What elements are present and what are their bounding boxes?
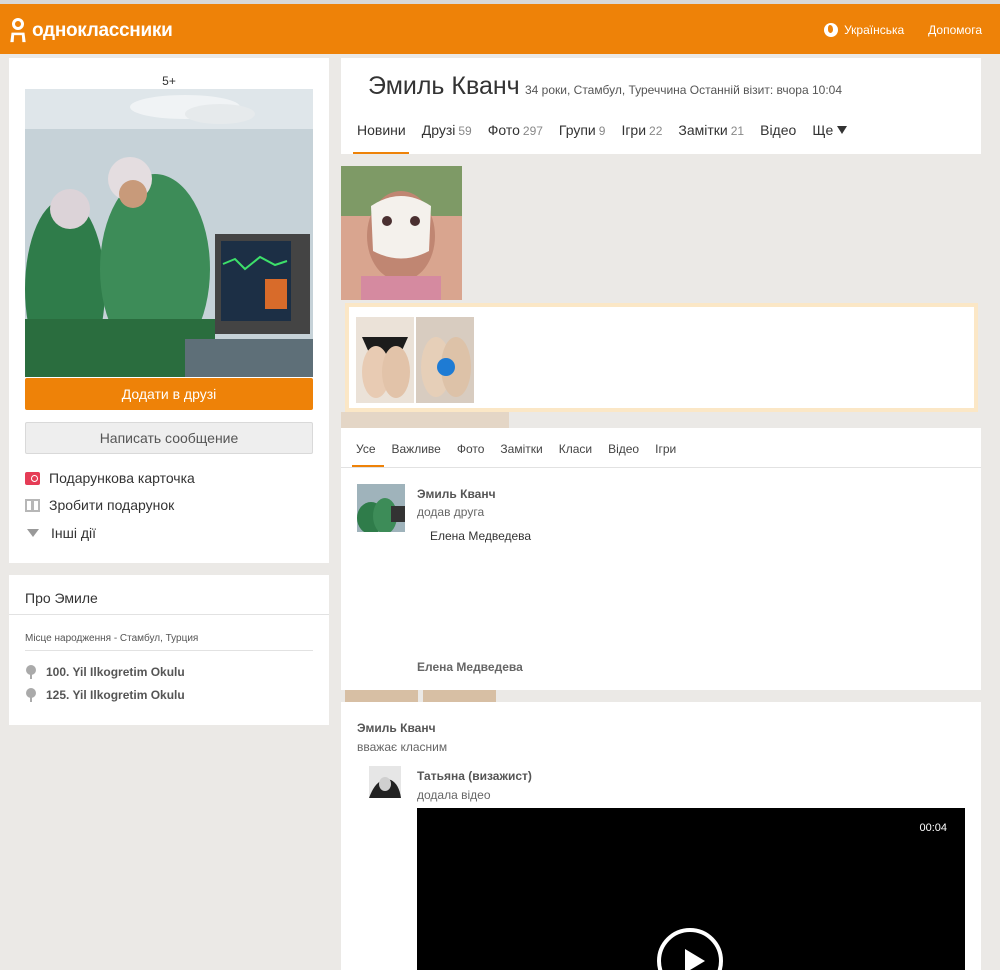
- photo-strip: [341, 412, 509, 428]
- make-gift-action[interactable]: Зробити подарунок: [25, 497, 174, 513]
- logo[interactable]: одноклассники: [10, 18, 173, 44]
- tab-video[interactable]: Відео: [760, 122, 796, 138]
- school-icon: [25, 665, 37, 679]
- other-actions[interactable]: Інші дії: [25, 525, 96, 541]
- school-item[interactable]: 100. Yil Ilkogretim Okulu: [25, 665, 185, 679]
- top-right-links: Українська Допомога: [824, 23, 982, 37]
- friend-name[interactable]: Елена Медведева: [417, 660, 523, 674]
- globe-icon: [824, 23, 839, 37]
- triangle-down-icon: [27, 529, 39, 537]
- play-icon[interactable]: [657, 928, 723, 970]
- tab-friends[interactable]: Друзі 59: [422, 122, 472, 138]
- shared-author[interactable]: Татьяна (визажист): [417, 769, 532, 783]
- promo-image[interactable]: [356, 317, 414, 403]
- avatar[interactable]: [25, 89, 313, 377]
- friend-link[interactable]: Елена Медведева: [430, 529, 531, 543]
- post-action: вважає класним: [357, 740, 448, 754]
- divider: [9, 614, 329, 615]
- feed-tab-photos[interactable]: Фото: [457, 442, 485, 456]
- active-tab-indicator: [353, 152, 409, 154]
- promo-image[interactable]: [416, 317, 474, 403]
- tab-groups[interactable]: Групи 9: [559, 122, 606, 138]
- top-bar: одноклассники Українська Допомога: [0, 0, 1000, 54]
- triangle-down-icon: [837, 126, 848, 134]
- profile-header: Эмиль Кванч 34 роки, Стамбул, Туреччина …: [341, 58, 981, 154]
- feed-tab-notes[interactable]: Замітки: [500, 442, 542, 456]
- school-icon: [25, 688, 37, 702]
- promo-block[interactable]: [345, 303, 978, 412]
- tab-games[interactable]: Ігри 22: [621, 122, 662, 138]
- logo-text: одноклассники: [32, 20, 173, 41]
- about-title[interactable]: Про Эмиле: [25, 590, 98, 606]
- feed-tab-likes[interactable]: Класи: [559, 442, 592, 456]
- profile-sidebar: 5+ Додати в друзі Написать сообщение Под…: [9, 58, 329, 563]
- post-author[interactable]: Эмиль Кванч: [417, 487, 496, 501]
- video-player[interactable]: 00:04: [417, 808, 965, 970]
- ok-logo-icon: [10, 18, 26, 44]
- feed-tab-video[interactable]: Відео: [608, 442, 639, 456]
- gift-card-label: Подарункова карточка: [49, 470, 195, 486]
- photo-count[interactable]: 5+: [9, 74, 329, 88]
- author-avatar[interactable]: [357, 484, 405, 532]
- tab-notes[interactable]: Замітки 21: [678, 122, 744, 138]
- divider: [25, 650, 313, 651]
- feed-tabs: Усе Важливе Фото Замітки Класи Відео Ігр…: [356, 442, 692, 456]
- school-name: 125. Yil Ilkogretim Okulu: [46, 688, 185, 702]
- about-card: Про Эмиле Місце народження - Стамбул, Ту…: [9, 575, 329, 725]
- add-friend-button[interactable]: Додати в друзі: [25, 378, 313, 410]
- school-item[interactable]: 125. Yil Ilkogretim Okulu: [25, 688, 185, 702]
- post-author[interactable]: Эмиль Кванч: [357, 721, 436, 735]
- feed-tab-games[interactable]: Ігри: [655, 442, 676, 456]
- profile-name: Эмиль Кванч: [368, 72, 520, 100]
- feed-tab-important[interactable]: Важливе: [392, 442, 441, 456]
- post-action: додав друга: [417, 505, 485, 519]
- language-link[interactable]: Українська: [844, 23, 904, 37]
- gift-icon: [25, 498, 40, 512]
- feed-tab-all[interactable]: Усе: [356, 442, 376, 456]
- birthplace: Місце народження - Стамбул, Турция: [25, 633, 199, 644]
- school-name: 100. Yil Ilkogretim Okulu: [46, 665, 185, 679]
- feed-card: Усе Важливе Фото Замітки Класи Відео Ігр…: [341, 428, 981, 690]
- tab-news[interactable]: Новини: [357, 122, 406, 138]
- photo-thumbnail[interactable]: [341, 166, 462, 300]
- gift-card-icon: [25, 471, 40, 485]
- help-link[interactable]: Допомога: [928, 23, 982, 37]
- make-gift-label: Зробити подарунок: [49, 497, 175, 513]
- gift-card-action[interactable]: Подарункова карточка: [25, 470, 195, 486]
- profile-tabs: Новини Друзі 59 Фото 297 Групи 9 Ігри 22 Зам…: [357, 122, 863, 138]
- write-message-button[interactable]: Написать сообщение: [25, 422, 313, 454]
- divider: [341, 467, 981, 468]
- tab-photos[interactable]: Фото 297: [488, 122, 543, 138]
- feed-card: Эмиль Кванч вважає класним Татьяна (виза…: [341, 702, 981, 970]
- shared-action: додала відео: [417, 788, 491, 802]
- other-actions-label: Інші дії: [51, 525, 97, 541]
- photo-strip: [345, 690, 500, 702]
- profile-meta: 34 роки, Стамбул, Туреччина Останній віз…: [525, 83, 843, 97]
- tab-more[interactable]: Ще: [812, 122, 848, 138]
- video-duration: 00:04: [919, 822, 947, 834]
- author-avatar[interactable]: [369, 766, 401, 798]
